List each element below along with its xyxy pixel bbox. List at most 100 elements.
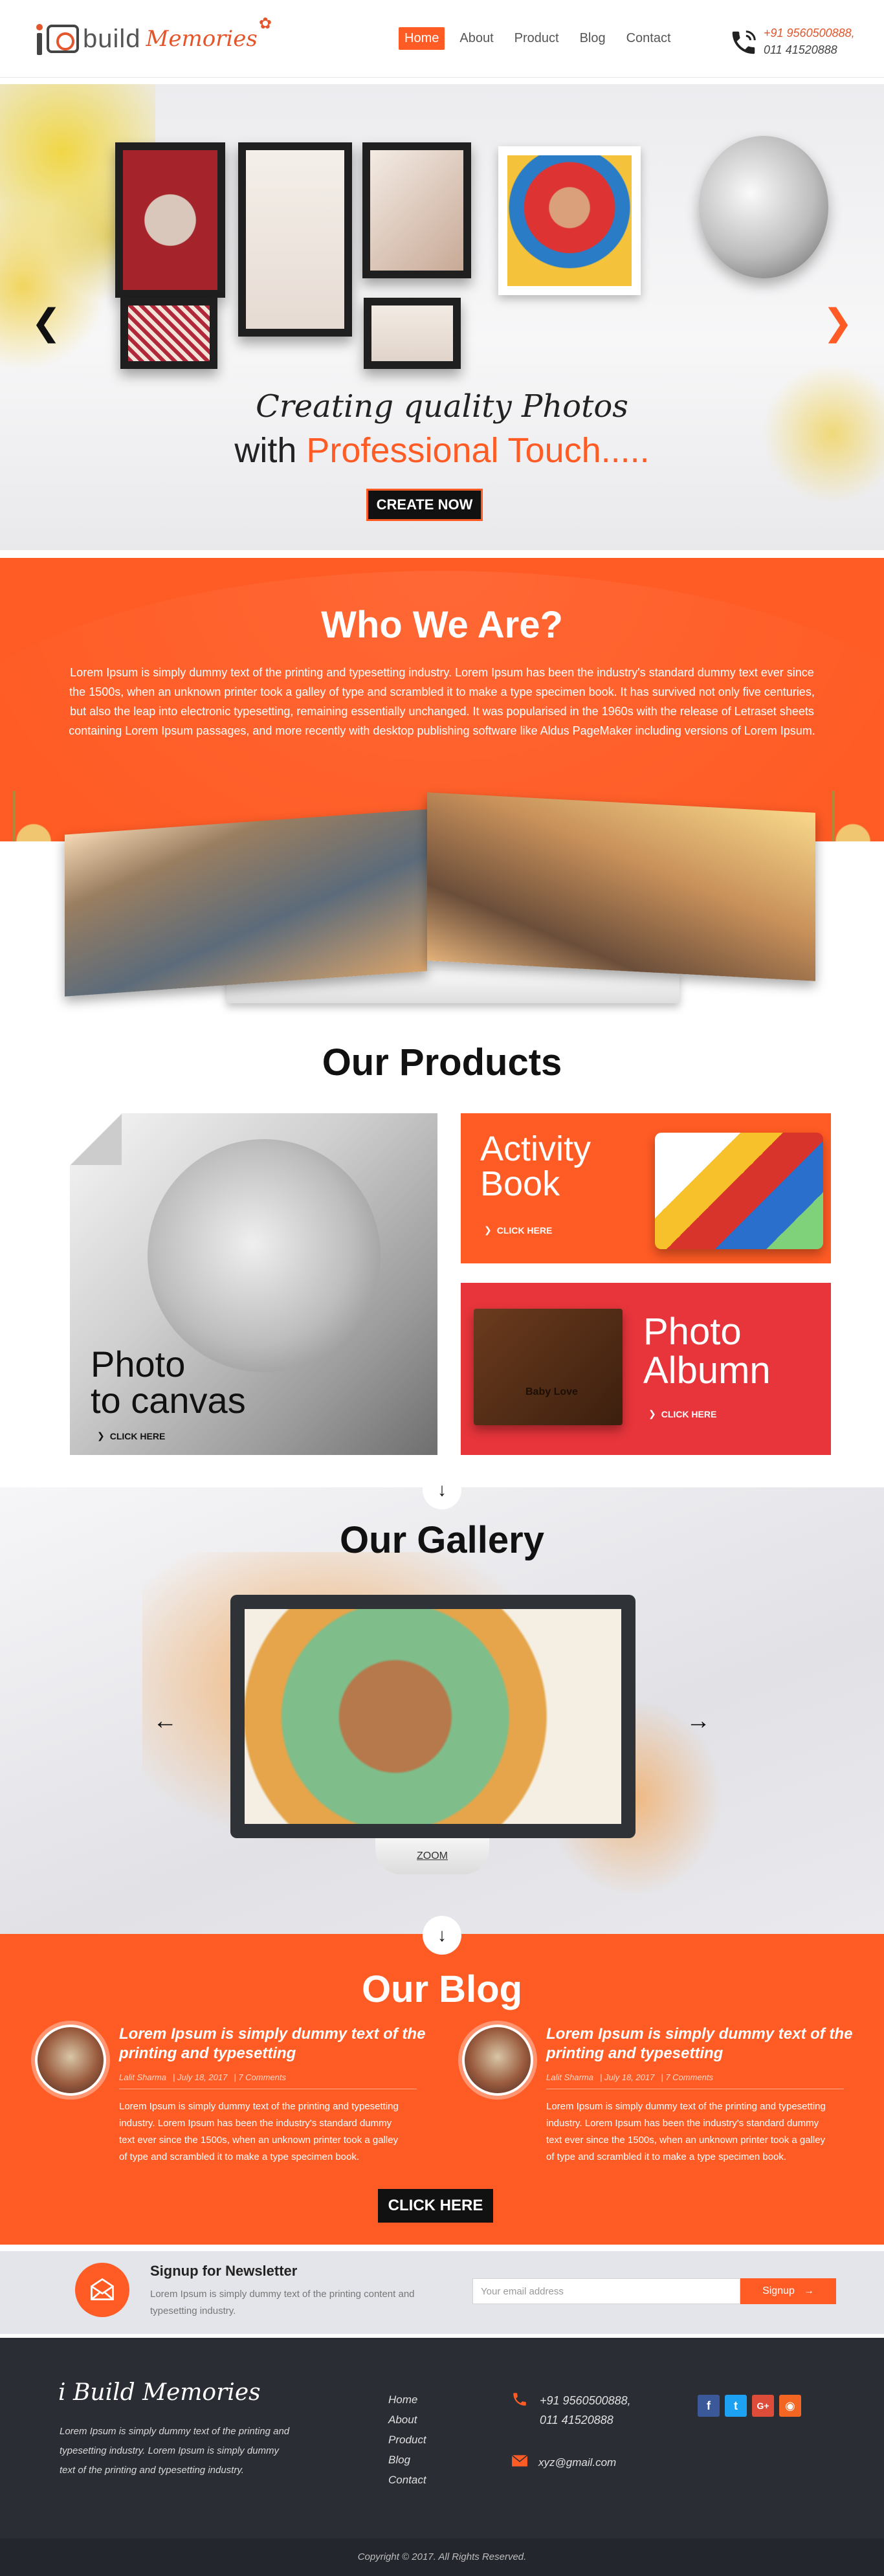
footer-email: xyz@gmail.com: [511, 2454, 616, 2471]
main-nav: Home About Product Blog Contact: [399, 27, 677, 50]
blog-body: Lorem Ipsum is simply dummy text of the …: [119, 2101, 399, 2162]
header-phone-2[interactable]: 011 41520888: [764, 41, 855, 58]
blog-body: Lorem Ipsum is simply dummy text of the …: [546, 2101, 826, 2162]
footer-link-about[interactable]: About: [388, 2410, 426, 2430]
footer-link-contact[interactable]: Contact: [388, 2470, 426, 2490]
product-cta-label: CLICK HERE: [496, 1225, 553, 1236]
nav-about[interactable]: About: [454, 27, 499, 50]
product-photo-album[interactable]: Baby Love Photo Albumn ❯ CLICK HERE: [461, 1283, 831, 1455]
camera-icon: [47, 25, 79, 53]
hero-title-accent: Professional Touch.....: [306, 431, 650, 470]
baby-sketch-image: [148, 1139, 381, 1372]
scroll-down-arrow-icon[interactable]: ↓: [423, 1471, 461, 1509]
blog-post: Lorem Ipsum is simply dummy text of the …: [462, 2025, 876, 2180]
google-plus-icon[interactable]: G+: [752, 2395, 774, 2417]
who-title: Who We Are?: [321, 604, 563, 646]
scroll-down-arrow-icon[interactable]: ↓: [423, 1916, 461, 1955]
hero-title-line1: Creating quality Photos: [256, 388, 628, 425]
product-click-here[interactable]: ❯ CLICK HERE: [648, 1408, 716, 1419]
blog-meta: Lalit Sharma | July 18, 2017 | 7 Comments: [546, 2072, 844, 2089]
nav-home[interactable]: Home: [399, 27, 445, 50]
phone-icon: [729, 28, 756, 55]
arrow-right-icon: →: [803, 2285, 814, 2296]
gallery-image[interactable]: [245, 1609, 621, 1824]
blog-thumbnail[interactable]: [462, 2025, 533, 2096]
footer-phone: +91 9560500888, 011 41520888: [511, 2391, 631, 2430]
product-activity-book[interactable]: Activity Book ❯ CLICK HERE: [461, 1113, 831, 1263]
product-title-line1: Activity: [480, 1129, 591, 1168]
signup-label: Signup: [762, 2285, 795, 2296]
photo-frame: [238, 142, 352, 337]
footer-phone-1[interactable]: +91 9560500888,: [540, 2391, 631, 2410]
blog-click-here-button[interactable]: CLICK HERE: [378, 2189, 493, 2223]
envelope-icon: [75, 2263, 129, 2317]
footer-phone-2[interactable]: 011 41520888: [540, 2410, 631, 2430]
blog-date: July 18, 2017: [177, 2072, 228, 2082]
hero-slider: ❮ ❯ Creating quality Photos with Profess…: [0, 84, 884, 550]
logo-build-text: build: [83, 24, 141, 53]
photo-frame: [362, 142, 471, 278]
monitor-stand: ZOOM: [375, 1838, 489, 1874]
newsletter-title: Signup for Newsletter: [150, 2263, 298, 2279]
product-click-here[interactable]: ❯ CLICK HERE: [97, 1430, 165, 1441]
site-header: build Memories ✿ Home About Product Blog…: [0, 0, 884, 78]
twitter-icon[interactable]: t: [725, 2395, 747, 2417]
zoom-link[interactable]: ZOOM: [417, 1850, 448, 1862]
photo-frame: [115, 142, 225, 298]
create-now-button[interactable]: CREATE NOW: [366, 489, 483, 521]
photo-frame: [364, 298, 461, 369]
logo-memories-text: Memories: [146, 26, 258, 52]
copyright: Copyright © 2017. All Rights Reserved.: [0, 2538, 884, 2576]
gallery-next-arrow[interactable]: →: [686, 1707, 711, 1735]
nav-contact[interactable]: Contact: [621, 27, 677, 50]
chevron-right-icon: ❯: [484, 1225, 492, 1235]
mail-icon: [511, 2454, 528, 2471]
nav-blog[interactable]: Blog: [574, 27, 612, 50]
header-phone-1[interactable]: +91 9560500888,: [764, 25, 855, 41]
nav-product[interactable]: Product: [509, 27, 565, 50]
chevron-right-icon: ❯: [97, 1430, 105, 1441]
logo-i-icon: [32, 23, 47, 55]
footer-email-address[interactable]: xyz@gmail.com: [538, 2456, 616, 2469]
gallery-prev-arrow[interactable]: ←: [153, 1707, 177, 1735]
footer-logo[interactable]: i Build Memories: [58, 2379, 261, 2406]
blog-post-title[interactable]: Lorem Ipsum is simply dummy text of the …: [119, 2025, 443, 2063]
chevron-right-icon: ❯: [648, 1408, 656, 1419]
footer-link-product[interactable]: Product: [388, 2430, 426, 2450]
product-title-line2: to canvas: [91, 1380, 246, 1421]
product-title-line1: Photo: [643, 1311, 742, 1353]
gallery-section: Our Gallery ZOOM ← →: [0, 1487, 884, 1934]
footer-about-text: Lorem Ipsum is simply dummy text of the …: [60, 2426, 290, 2476]
rss-icon[interactable]: ◉: [779, 2395, 801, 2417]
footer-link-blog[interactable]: Blog: [388, 2450, 426, 2470]
newsletter-text: Lorem Ipsum is simply dummy text of the …: [150, 2289, 415, 2316]
open-photo-album-image: [65, 792, 822, 1003]
blog-post: Lorem Ipsum is simply dummy text of the …: [35, 2025, 449, 2180]
slider-next-arrow[interactable]: ❯: [823, 304, 853, 340]
blog-thumbnail[interactable]: [35, 2025, 106, 2096]
page: build Memories ✿ Home About Product Blog…: [0, 0, 884, 2576]
site-logo[interactable]: build Memories ✿: [32, 16, 272, 58]
facebook-icon[interactable]: f: [698, 2395, 720, 2417]
product-title-line1: Photo: [91, 1344, 186, 1384]
product-click-here[interactable]: ❯ CLICK HERE: [484, 1225, 552, 1236]
flower-icon: ✿: [258, 15, 272, 32]
activity-book-image: [655, 1133, 823, 1249]
blog-comments[interactable]: 7 Comments: [238, 2072, 286, 2082]
footer-link-home[interactable]: Home: [388, 2390, 426, 2410]
product-photo-to-canvas[interactable]: Photo to canvas ❯ CLICK HERE: [70, 1113, 437, 1455]
newsletter-email-input[interactable]: [472, 2278, 740, 2304]
blog-post-title[interactable]: Lorem Ipsum is simply dummy text of the …: [546, 2025, 870, 2063]
footer-links: Home About Product Blog Contact: [388, 2390, 426, 2490]
blog-author: Lalit Sharma: [546, 2072, 593, 2082]
blog-section: Our Blog Lorem Ipsum is simply dummy tex…: [0, 1934, 884, 2245]
phone-icon: [511, 2391, 528, 2430]
photo-frame: [120, 298, 217, 369]
header-phone: +91 9560500888, 011 41520888: [729, 25, 855, 58]
blog-comments[interactable]: 7 Comments: [665, 2072, 713, 2082]
album-book-label: Baby Love: [525, 1386, 578, 1397]
photo-card: [498, 146, 641, 295]
slider-prev-arrow[interactable]: ❮: [31, 304, 61, 340]
signup-button[interactable]: Signup →: [740, 2278, 836, 2304]
product-title-line2: Book: [480, 1164, 560, 1203]
